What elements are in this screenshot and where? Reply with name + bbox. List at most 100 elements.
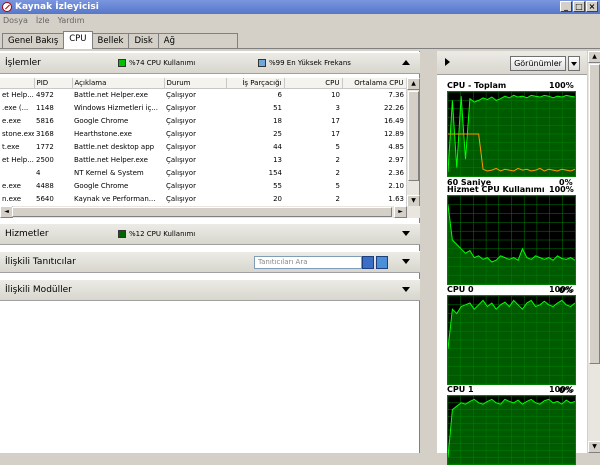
scroll-thumb[interactable] [589,64,600,364]
views-button[interactable]: Görünümler [510,56,566,71]
table-cell: 16.49 [383,116,404,125]
table-row[interactable]: .exe (... 1148 Windows Hizmetleri iç... Çal… [0,101,406,114]
scroll-thumb[interactable] [408,91,419,181]
tab-strip: Genel Bakış CPU Bellek Disk Ağ [2,31,238,49]
table-row[interactable]: et Help... 2500 Battle.net Helper.exe Çalış… [0,153,406,166]
graph-title: CPU 0 [447,285,474,294]
scroll-up-button[interactable]: ▲ [588,51,600,63]
table-cell: Hearthstone.exe [74,129,132,138]
menu-monitor[interactable]: İzle [36,16,50,25]
col-cpu[interactable]: CPU [284,78,343,89]
tab-cpu[interactable]: CPU [63,31,93,49]
table-cell: 154 [268,168,282,177]
table-cell: t.exe [2,142,20,151]
table-cell: 2500 [36,155,54,164]
expand-right-icon[interactable] [445,58,450,66]
expand-arrow-icon[interactable] [402,287,410,292]
cpu-graph [447,195,576,285]
tab-network[interactable]: Ağ [157,33,238,49]
table-cell: n.exe [2,194,22,203]
table-row[interactable]: e.exe 5816 Google Chrome Çalışıyor 18 17 16.49 [0,114,406,127]
col-pid[interactable]: PID [34,78,73,89]
scroll-down-button[interactable]: ▼ [588,441,600,453]
col-avg-cpu[interactable]: Ortalama CPU [342,78,407,89]
handles-search-input[interactable]: Tanıtıcıları Ara [254,256,362,269]
table-cell: 3168 [36,129,54,138]
expand-arrow-icon[interactable] [402,259,410,264]
table-cell: 1148 [36,103,54,112]
graph-scrollbar[interactable]: ▲ ▼ [587,51,600,453]
table-row[interactable]: e.exe 4488 Google Chrome Çalışıyor 55 5 2.10 [0,179,406,192]
tab-memory[interactable]: Bellek [91,33,130,49]
expand-arrow-icon[interactable] [402,231,410,236]
table-cell: 3 [335,103,340,112]
hscroll-thumb[interactable] [12,207,392,217]
table-cell: 1.63 [388,194,404,203]
menu-help[interactable]: Yardım [58,16,85,25]
table-cell: .exe (... [2,103,29,112]
table-cell: Windows Hizmetleri iç... [74,103,158,112]
scroll-up-button[interactable]: ▲ [407,78,420,90]
services-header[interactable]: Hizmetler %12 CPU Kullanımı [0,223,420,245]
table-cell: 12.89 [383,129,404,138]
graph-title: CPU 1 [447,385,474,394]
table-cell: NT Kernel & System [74,168,144,177]
cpu-usage-area [448,300,575,384]
max-frequency-swatch [258,59,266,67]
table-cell [0,166,34,179]
menu-file[interactable]: Dosya [3,16,28,25]
table-cell: 17 [331,129,340,138]
process-horizontal-scrollbar[interactable]: ◄ ► [0,206,420,218]
views-dropdown-icon[interactable] [568,56,580,71]
service-cpu-swatch [118,230,126,238]
minimize-button[interactable]: _ [560,1,572,12]
close-button[interactable]: × [586,1,598,12]
col-description[interactable]: Açıklama [72,78,165,89]
graph-max-label: 100% [549,385,574,394]
col-status[interactable]: Durum [164,78,227,89]
table-row[interactable]: stone.exe 3168 Hearthstone.exe Çalışıyor 25 1… [0,127,406,140]
table-row[interactable]: 4 NT Kernel & System Çalışıyor 154 2 2.36 [0,166,406,179]
table-cell: 2.97 [388,155,404,164]
scroll-right-button[interactable]: ► [394,206,407,218]
search-refresh-icon[interactable] [376,256,388,269]
table-cell: Çalışıyor [166,181,196,190]
col-image[interactable] [0,78,35,89]
graph-pane: Görünümler CPU - Toplam 100% 60 Saniye 0% Hi… [437,51,600,465]
title-bar: Kaynak İzleyicisi _ □ × [0,0,600,14]
table-cell: 5 [335,142,340,151]
process-vertical-scrollbar[interactable]: ▲ ▼ [406,78,420,207]
modules-header[interactable]: İlişkili Modüller [0,279,420,301]
table-cell: 6 [277,90,282,99]
graph-plot [448,296,575,384]
processes-header[interactable]: İşlemler %74 CPU Kullanımı %99 En Yüksek… [0,52,420,74]
graph-max-label: 100% [549,285,574,294]
table-row[interactable]: et Help... 4972 Battle.net Helper.exe Çalış… [0,88,406,101]
collapse-arrow-icon[interactable] [402,60,410,65]
table-cell: 22.26 [383,103,404,112]
search-go-icon[interactable] [362,256,374,269]
modules-title: İlişkili Modüller [5,285,72,295]
graph-plot [448,196,575,284]
table-cell: 55 [273,181,282,190]
table-cell: 2 [335,194,340,203]
table-cell: et Help... [2,90,34,99]
pane-splitter[interactable] [429,51,436,453]
table-cell: 4 [36,168,41,177]
graph-plot [448,92,575,176]
table-row[interactable]: n.exe 5640 Kaynak ve Performan... Çalışıyor… [0,192,406,205]
tab-overview[interactable]: Genel Bakış [2,33,65,49]
processes-cpu-usage: %74 CPU Kullanımı [129,59,196,67]
table-cell: e.exe [2,181,21,190]
resource-monitor-icon [2,2,12,12]
table-cell: Çalışıyor [166,142,196,151]
table-row[interactable]: t.exe 1772 Battle.net desktop app Çalışıyor… [0,140,406,153]
process-table: PID Açıklama Durum İş Parçacığı CPU Orta… [0,78,407,205]
maximize-button[interactable]: □ [573,1,585,12]
graph-title: CPU - Toplam [447,81,507,90]
handles-header[interactable]: İlişkili Tanıtıcılar Tanıtıcıları Ara [0,251,420,273]
col-threads[interactable]: İş Parçacığı [226,78,285,89]
table-cell: Google Chrome [74,116,129,125]
table-cell: Battle.net desktop app [74,142,155,151]
tab-disk[interactable]: Disk [128,33,159,49]
